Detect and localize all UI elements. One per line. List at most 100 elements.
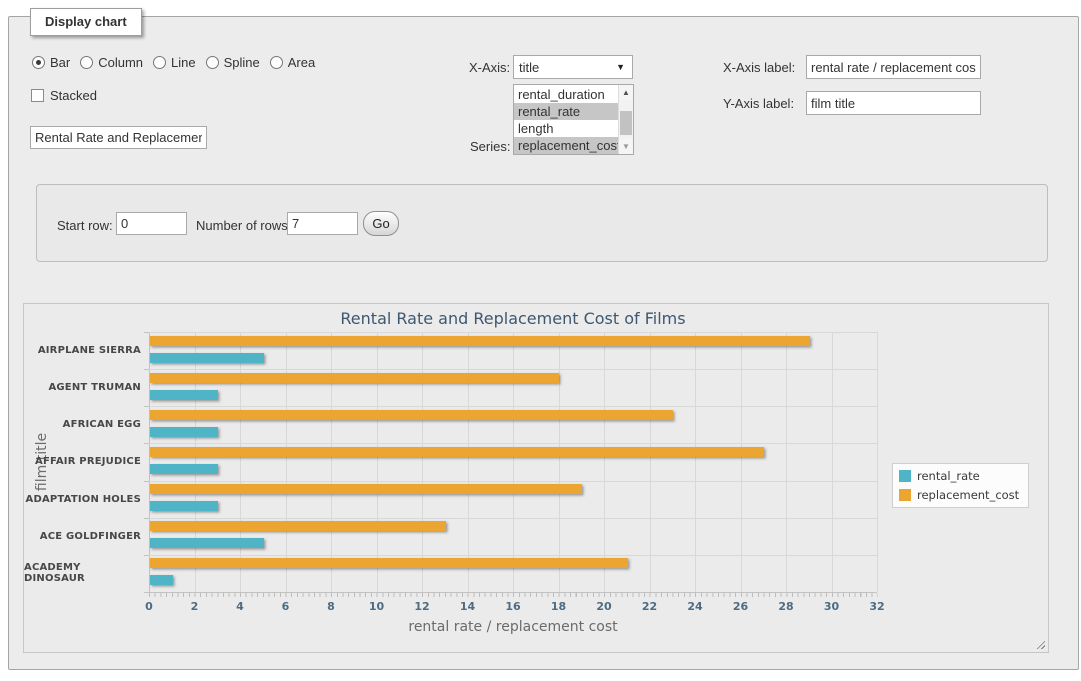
x-axis-tick-label: 28 — [769, 600, 803, 613]
series-options: rental_durationrental_ratelengthreplacem… — [514, 85, 618, 154]
x-axis-minor-ticks — [149, 593, 878, 597]
x-axis-tick-label: 4 — [223, 600, 257, 613]
category-label: ACE GOLDFINGER — [24, 518, 141, 555]
replacement_cost-bar[interactable] — [150, 447, 764, 457]
go-button[interactable]: Go — [363, 211, 399, 236]
replacement_cost-bar[interactable] — [150, 373, 559, 383]
radio-icon[interactable] — [153, 56, 166, 69]
gridline-vertical — [559, 332, 560, 592]
gridline-vertical — [331, 332, 332, 592]
y-axis-label-field-label: Y-Axis label: — [723, 96, 794, 111]
scrollbar-thumb[interactable] — [620, 111, 632, 135]
replacement_cost-bar[interactable] — [150, 410, 673, 420]
series-listbox[interactable]: rental_durationrental_ratelengthreplacem… — [513, 84, 634, 155]
chart-type-radio-bar[interactable]: Bar — [32, 55, 70, 70]
chart-legend: rental_rate replacement_cost — [892, 463, 1029, 508]
chart-container: Rental Rate and Replacement Cost of Film… — [23, 303, 1049, 653]
rental_rate-bar[interactable] — [150, 464, 218, 474]
gridline-vertical — [741, 332, 742, 592]
series-option-rental_duration[interactable]: rental_duration — [514, 86, 618, 103]
y-axis-tick — [144, 443, 149, 444]
series-label: Series: — [470, 139, 510, 154]
chart-type-radio-spline[interactable]: Spline — [206, 55, 260, 70]
gridline-horizontal — [149, 555, 877, 556]
gridline-vertical — [786, 332, 787, 592]
radio-icon[interactable] — [206, 56, 219, 69]
chart-type-radio-area[interactable]: Area — [270, 55, 315, 70]
gridline-vertical — [695, 332, 696, 592]
gridline-vertical — [422, 332, 423, 592]
rental_rate-bar[interactable] — [150, 501, 218, 511]
y-axis-label-input[interactable] — [806, 91, 981, 115]
x-axis-tick-label: 24 — [678, 600, 712, 613]
gridline-vertical — [286, 332, 287, 592]
legend-item-replacement_cost[interactable]: replacement_cost — [899, 488, 1019, 502]
gridline-horizontal — [149, 406, 877, 407]
legend-label: rental_rate — [917, 469, 980, 483]
gridline-vertical — [377, 332, 378, 592]
radio-label: Spline — [224, 55, 260, 70]
chart-title-input[interactable] — [30, 126, 207, 149]
radio-icon[interactable] — [270, 56, 283, 69]
start-row-label: Start row: — [57, 218, 113, 233]
category-label: AFRICAN EGG — [24, 406, 141, 443]
num-rows-input[interactable] — [287, 212, 358, 235]
x-axis-tick-label: 10 — [360, 600, 394, 613]
series-option-rental_rate[interactable]: rental_rate — [514, 103, 618, 120]
radio-label: Line — [171, 55, 196, 70]
x-axis-tick-label: 0 — [132, 600, 166, 613]
series-option-replacement_cost[interactable]: replacement_cost — [514, 137, 618, 154]
rental_rate-bar[interactable] — [150, 427, 218, 437]
chart-category-labels: AIRPLANE SIERRAAGENT TRUMANAFRICAN EGGAF… — [24, 332, 141, 592]
category-label: ADAPTATION HOLES — [24, 481, 141, 518]
replacement_cost-bar[interactable] — [150, 484, 582, 494]
legend-swatch-icon — [899, 470, 911, 482]
scroll-up-icon[interactable]: ▲ — [619, 85, 633, 100]
x-axis-tick-label: 16 — [496, 600, 530, 613]
rental_rate-bar[interactable] — [150, 538, 264, 548]
gridline-vertical — [195, 332, 196, 592]
legend-swatch-icon — [899, 489, 911, 501]
y-axis-tick — [144, 332, 149, 333]
chart-x-axis-title: rental rate / replacement cost — [149, 619, 877, 635]
x-axis-tick-label: 14 — [451, 600, 485, 613]
y-axis-tick — [144, 369, 149, 370]
rental_rate-bar[interactable] — [150, 575, 173, 585]
y-axis-tick — [144, 481, 149, 482]
x-axis-select[interactable]: title ▼ — [513, 55, 633, 79]
radio-icon[interactable] — [32, 56, 45, 69]
y-axis-tick — [144, 518, 149, 519]
stacked-label: Stacked — [50, 88, 97, 103]
radio-icon[interactable] — [80, 56, 93, 69]
resize-handle-icon[interactable] — [1034, 638, 1045, 649]
scroll-down-icon[interactable]: ▼ — [619, 139, 633, 154]
app-page: Display chart BarColumnLineSplineArea St… — [0, 0, 1081, 681]
chart-title: Rental Rate and Replacement Cost of Film… — [149, 309, 877, 328]
radio-label: Column — [98, 55, 143, 70]
stacked-checkbox-row[interactable]: Stacked — [31, 88, 97, 103]
dropdown-arrow-icon: ▼ — [616, 62, 625, 72]
x-axis-tick-label: 20 — [587, 600, 621, 613]
category-label: ACADEMY DINOSAUR — [24, 555, 141, 592]
replacement_cost-bar[interactable] — [150, 521, 446, 531]
start-row-input[interactable] — [116, 212, 187, 235]
gridline-horizontal — [149, 481, 877, 482]
gridline-vertical — [832, 332, 833, 592]
replacement_cost-bar[interactable] — [150, 558, 628, 568]
x-axis-tick-label: 18 — [542, 600, 576, 613]
gridline-horizontal — [149, 369, 877, 370]
legend-item-rental_rate[interactable]: rental_rate — [899, 469, 1019, 483]
replacement_cost-bar[interactable] — [150, 336, 810, 346]
y-axis-tick — [144, 555, 149, 556]
stacked-checkbox[interactable] — [31, 89, 44, 102]
series-option-length[interactable]: length — [514, 120, 618, 137]
x-axis-label-input[interactable] — [806, 55, 981, 79]
series-listbox-scrollbar[interactable]: ▲ ▼ — [618, 85, 633, 154]
category-label: AIRPLANE SIERRA — [24, 332, 141, 369]
x-axis-tick-label: 30 — [815, 600, 849, 613]
num-rows-label: Number of rows: — [196, 218, 291, 233]
rental_rate-bar[interactable] — [150, 353, 264, 363]
chart-type-radio-line[interactable]: Line — [153, 55, 196, 70]
chart-type-radio-column[interactable]: Column — [80, 55, 143, 70]
rental_rate-bar[interactable] — [150, 390, 218, 400]
